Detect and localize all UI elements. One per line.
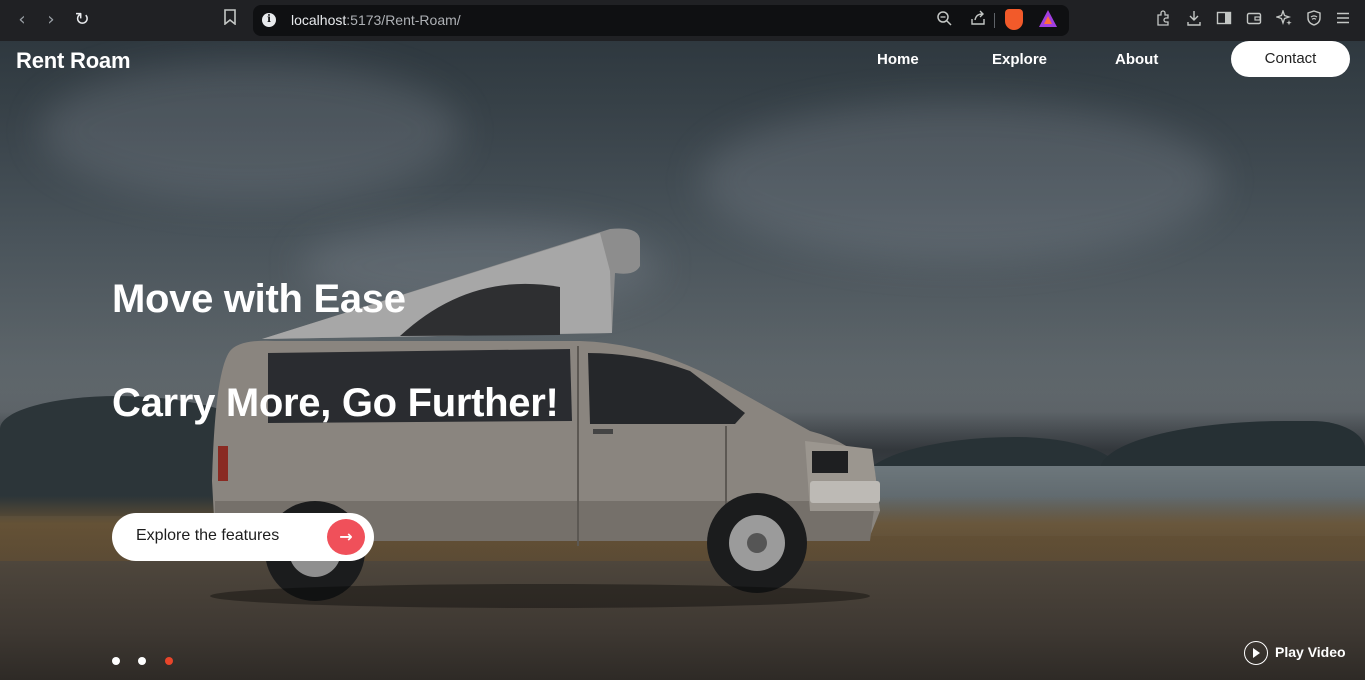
arrow-right-icon[interactable]: → xyxy=(327,519,365,555)
explore-features-button[interactable]: Explore the features → xyxy=(112,513,374,561)
menu-icon[interactable] xyxy=(1333,10,1353,30)
contact-button[interactable]: Contact xyxy=(1231,41,1350,77)
url-host: localhost xyxy=(291,12,347,28)
nav-home[interactable]: Home xyxy=(877,51,919,68)
url-text[interactable]: localhost:5173/Rent-Roam/ xyxy=(291,12,461,28)
play-icon[interactable] xyxy=(1244,641,1268,665)
brave-rewards-icon[interactable] xyxy=(1039,10,1057,27)
wallet-icon[interactable] xyxy=(1244,10,1264,30)
zoom-icon[interactable] xyxy=(934,10,954,30)
play-video-label: Play Video xyxy=(1275,644,1346,660)
leo-ai-icon[interactable] xyxy=(1274,8,1294,30)
downloads-icon[interactable] xyxy=(1184,10,1204,30)
hero-headline-primary: Move with Ease xyxy=(112,277,406,321)
campervan-image xyxy=(210,228,880,608)
slide-dot-3[interactable] xyxy=(165,657,173,665)
reload-icon[interactable]: ↻ xyxy=(71,9,93,31)
slide-dot-1[interactable] xyxy=(112,657,120,665)
address-separator xyxy=(994,13,995,28)
hero-headline-secondary: Carry More, Go Further! xyxy=(112,381,559,425)
browser-toolbar: ‹ › ↻ i localhost:5173/Rent-Roam/ xyxy=(0,0,1365,41)
explore-features-label: Explore the features xyxy=(136,527,280,544)
back-icon[interactable]: ‹ xyxy=(11,9,33,31)
hero-section: Rent Roam Home Explore About Contact Mov… xyxy=(0,41,1365,680)
brand-logo[interactable]: Rent Roam xyxy=(16,48,131,74)
forward-icon[interactable]: › xyxy=(40,9,62,31)
info-icon[interactable]: i xyxy=(262,13,276,27)
extensions-icon[interactable] xyxy=(1153,10,1173,30)
nav-explore[interactable]: Explore xyxy=(992,51,1047,68)
nav-about[interactable]: About xyxy=(1115,51,1158,68)
address-bar[interactable]: i localhost:5173/Rent-Roam/ xyxy=(253,5,1069,36)
url-path: :5173/Rent-Roam/ xyxy=(346,12,461,28)
share-icon[interactable] xyxy=(968,10,988,30)
bookmark-icon[interactable] xyxy=(219,9,241,31)
slide-dot-2[interactable] xyxy=(138,657,146,665)
brave-shields-icon[interactable] xyxy=(1005,9,1023,30)
vpn-icon[interactable] xyxy=(1304,10,1324,30)
sidebar-icon[interactable] xyxy=(1214,10,1234,30)
